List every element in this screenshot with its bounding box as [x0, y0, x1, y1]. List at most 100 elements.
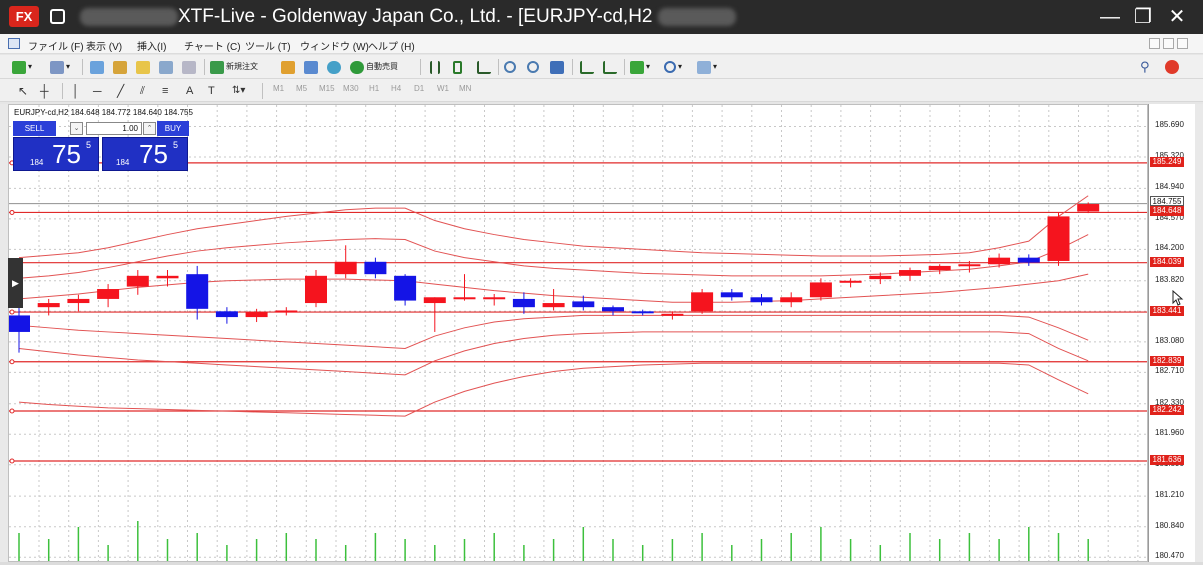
search-button[interactable]: ⚲	[1140, 59, 1150, 75]
menu-chart[interactable]: チャート (C)	[184, 38, 241, 53]
data-window-button[interactable]	[113, 59, 127, 75]
price-axis[interactable]: 185.690 185.320 184.940 184.570 184.200 183.8…	[1148, 104, 1195, 562]
menu-window[interactable]: ウィンドウ (W)	[300, 38, 369, 53]
auto-scroll-button[interactable]	[580, 59, 594, 75]
one-click-trading-panel: SELL ⌄ 1.00 ⌃ BUY 184 75 5 184 75 5	[13, 121, 189, 171]
new-order-button[interactable]: 新規注文	[210, 59, 258, 75]
line-chart-button[interactable]	[477, 59, 491, 75]
auto-trading-icon	[350, 60, 364, 74]
metaeditor-button[interactable]	[281, 59, 295, 75]
title-bar: FX XTF-Live - Goldenway Japan Co., Ltd. …	[0, 0, 1203, 34]
candle-body	[512, 298, 535, 308]
fibonacci-tool[interactable]: ≡	[162, 83, 168, 99]
price-tick-label: 183.820	[1155, 274, 1184, 284]
market-watch-icon	[90, 60, 104, 74]
market-watch-button[interactable]	[90, 59, 104, 75]
price-tick-label: 181.960	[1155, 428, 1184, 438]
tf-m30[interactable]: M30	[343, 84, 359, 93]
text-label-tool[interactable]: T	[208, 83, 215, 99]
close-button[interactable]: ✕	[1160, 0, 1194, 34]
maximize-button[interactable]: ❐	[1126, 0, 1160, 34]
mdi-minimize-icon[interactable]	[1149, 38, 1160, 49]
indicators-button[interactable]: ▾	[630, 59, 650, 75]
menu-tools[interactable]: ツール (T)	[245, 38, 291, 53]
cursor-tool[interactable]: ↖	[18, 83, 28, 99]
lot-size-input[interactable]: 1.00	[86, 122, 142, 135]
templates-button[interactable]: ▾	[697, 59, 717, 75]
candle-body	[928, 265, 951, 271]
buy-quote-main: 75	[139, 139, 168, 169]
new-chart-button[interactable]: ▾	[12, 59, 32, 75]
periods-button[interactable]: ▾	[664, 59, 682, 75]
indicators-icon	[630, 60, 644, 74]
menu-file[interactable]: ファイル (F)	[28, 38, 84, 53]
level-price-tag: 183.441	[1150, 306, 1184, 317]
tf-m1[interactable]: M1	[273, 84, 284, 93]
tf-w1[interactable]: W1	[437, 84, 449, 93]
sell-quote-sup: 5	[86, 140, 92, 150]
price-chart[interactable]	[9, 105, 1148, 562]
price-tick-label: 180.840	[1155, 520, 1184, 530]
candle-body	[156, 275, 179, 279]
templates-icon	[697, 60, 711, 74]
market-button[interactable]	[327, 59, 341, 75]
window-icon[interactable]	[50, 9, 65, 24]
crosshair-tool[interactable]: ┼	[40, 83, 49, 99]
menu-help[interactable]: ヘルプ (H)	[368, 38, 415, 53]
chart-window-icon[interactable]	[8, 38, 20, 49]
zoom-out-icon	[527, 61, 539, 74]
mdi-close-icon[interactable]	[1177, 38, 1188, 49]
tf-mn[interactable]: MN	[459, 84, 471, 93]
candlestick-button[interactable]	[453, 59, 462, 75]
notifications-button[interactable]	[1165, 59, 1179, 75]
lot-increase-button[interactable]: ⌃	[143, 122, 156, 135]
mdi-restore-icon[interactable]	[1163, 38, 1174, 49]
lot-decrease-button[interactable]: ⌄	[70, 122, 83, 135]
tile-windows-button[interactable]	[550, 59, 564, 75]
zoom-in-button[interactable]	[504, 59, 516, 75]
tf-h4[interactable]: H4	[391, 84, 401, 93]
signals-button[interactable]	[304, 59, 318, 75]
navigator-button[interactable]	[136, 59, 150, 75]
profiles-button[interactable]: ▾	[50, 59, 70, 75]
buy-button[interactable]: BUY	[157, 121, 189, 136]
arrows-tool[interactable]: ⇅▾	[232, 83, 245, 99]
chart-window[interactable]	[8, 104, 1148, 562]
horizontal-line-tool[interactable]: ─	[93, 83, 102, 99]
menu-view[interactable]: 表示 (V)	[86, 38, 122, 53]
candle-body	[1077, 204, 1100, 212]
left-panel-strip	[0, 104, 8, 562]
menu-bar: ファイル (F) 表示 (V) 挿入(I) チャート (C) ツール (T) ウ…	[0, 34, 1203, 54]
vertical-line-tool[interactable]: │	[72, 83, 80, 99]
tf-d1[interactable]: D1	[414, 84, 424, 93]
trendline-tool[interactable]: ╱	[117, 83, 124, 99]
text-tool[interactable]: A	[186, 83, 193, 99]
tester-button[interactable]	[182, 59, 196, 75]
candle-body	[67, 298, 90, 304]
vertical-line-icon: │	[72, 84, 80, 98]
channel-tool[interactable]: ⫽	[140, 83, 145, 99]
arrow-cursor-icon: ↖	[18, 84, 29, 98]
tf-m5[interactable]: M5	[296, 84, 307, 93]
sell-quote[interactable]: 184 75 5	[13, 137, 99, 171]
menu-insert[interactable]: 挿入(I)	[137, 38, 166, 53]
tf-h1[interactable]: H1	[369, 84, 379, 93]
globe-icon	[327, 60, 341, 74]
arrows-icon: ⇅▾	[232, 85, 246, 96]
right-scroll-strip	[1195, 104, 1203, 562]
band-upper-outer	[18, 195, 1089, 259]
level-price-tag: 184.648	[1150, 206, 1184, 217]
expand-panel-button[interactable]: ▶	[8, 258, 23, 308]
auto-trading-button[interactable]: 自動売買	[350, 59, 398, 75]
zoom-out-button[interactable]	[527, 59, 539, 75]
terminal-button[interactable]	[159, 59, 173, 75]
minimize-button[interactable]: —	[1093, 0, 1127, 34]
sell-button[interactable]: SELL	[13, 121, 56, 136]
buy-quote[interactable]: 184 75 5	[102, 137, 188, 171]
chevron-right-icon: ▶	[12, 278, 19, 288]
level-anchor	[9, 458, 15, 464]
chart-shift-button[interactable]	[603, 59, 617, 75]
bar-chart-button[interactable]	[430, 59, 440, 75]
tf-m15[interactable]: M15	[319, 84, 335, 93]
candle-body	[1017, 257, 1040, 263]
